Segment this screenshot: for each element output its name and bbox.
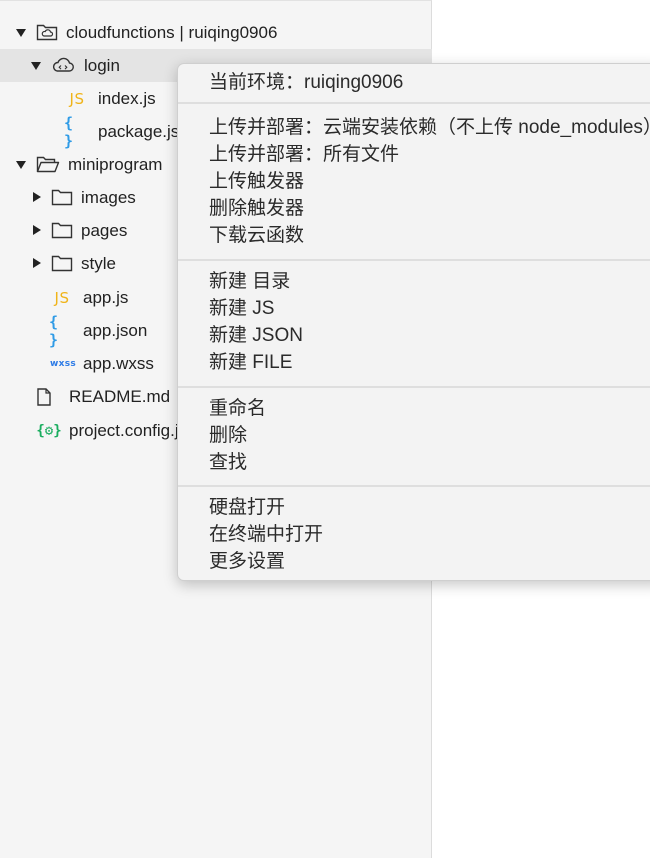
tree-item-label: app.js (83, 288, 129, 307)
tree-item-label: images (81, 188, 136, 207)
context-menu: 当前环境：ruiqing0906 上传并部署：云端安装依赖（不上传 node_m… (177, 63, 650, 581)
cloud-function-icon (51, 56, 75, 74)
tree-item-label: login (84, 56, 120, 75)
folder-open-icon (36, 154, 60, 174)
menu-item-new-dir[interactable]: 新建 目录 (209, 270, 290, 294)
chevron-right-icon[interactable] (33, 258, 41, 268)
cloud-folder-icon (36, 22, 58, 42)
tree-item-label: cloudfunctions | ruiqing0906 (66, 23, 278, 42)
tree-item-label: pages (81, 221, 128, 240)
menu-item-delete[interactable]: 删除 (209, 424, 247, 448)
menu-item-upload-all[interactable]: 上传并部署：所有文件 (209, 143, 399, 167)
tree-item-label: app.wxss (83, 354, 154, 373)
wxss-file-icon: wxss (49, 359, 77, 369)
menu-separator (178, 102, 650, 104)
menu-separator (178, 485, 650, 487)
menu-item-find[interactable]: 查找 (209, 451, 247, 475)
chevron-right-icon[interactable] (33, 192, 41, 202)
tree-item-label: index.js (98, 89, 156, 108)
folder-icon (51, 188, 73, 206)
menu-item-upload-trigger[interactable]: 上传触发器 (209, 170, 304, 194)
chevron-down-icon[interactable] (31, 62, 41, 70)
menu-item-rename[interactable]: 重命名 (209, 397, 266, 421)
tree-item-label: style (81, 254, 116, 273)
chevron-right-icon[interactable] (33, 225, 41, 235)
menu-item-new-json[interactable]: 新建 JSON (209, 324, 303, 348)
menu-separator (178, 259, 650, 261)
chevron-down-icon[interactable] (16, 29, 26, 37)
tree-item-cloudfunctions[interactable]: cloudfunctions | ruiqing0906 (0, 16, 432, 49)
menu-item-more-settings[interactable]: 更多设置 (209, 550, 285, 574)
chevron-down-icon[interactable] (16, 161, 26, 169)
menu-item-new-file[interactable]: 新建 FILE (209, 351, 292, 375)
js-file-icon: JS (69, 90, 85, 108)
tree-item-label: README.md (69, 387, 171, 406)
menu-item-open-disk[interactable]: 硬盘打开 (209, 496, 285, 520)
json-file-icon: { } (49, 313, 59, 349)
menu-separator (178, 386, 650, 388)
folder-icon (51, 254, 73, 272)
tree-item-label: miniprogram (68, 155, 163, 174)
tree-item-label: app.json (83, 321, 148, 340)
menu-item-delete-trigger[interactable]: 删除触发器 (209, 197, 304, 221)
json-file-icon: { } (64, 114, 74, 150)
file-icon (36, 387, 52, 407)
menu-item-new-js[interactable]: 新建 JS (209, 297, 274, 321)
config-file-icon: {⚙} (36, 423, 62, 439)
menu-item-download-function[interactable]: 下载云函数 (209, 224, 304, 248)
menu-item-open-terminal[interactable]: 在终端中打开 (209, 523, 323, 547)
menu-item-current-env: 当前环境：ruiqing0906 (209, 72, 404, 93)
folder-icon (51, 221, 73, 239)
menu-item-upload-cloud-install[interactable]: 上传并部署：云端安装依赖（不上传 node_modules） (209, 116, 650, 140)
js-file-icon: JS (54, 289, 70, 307)
